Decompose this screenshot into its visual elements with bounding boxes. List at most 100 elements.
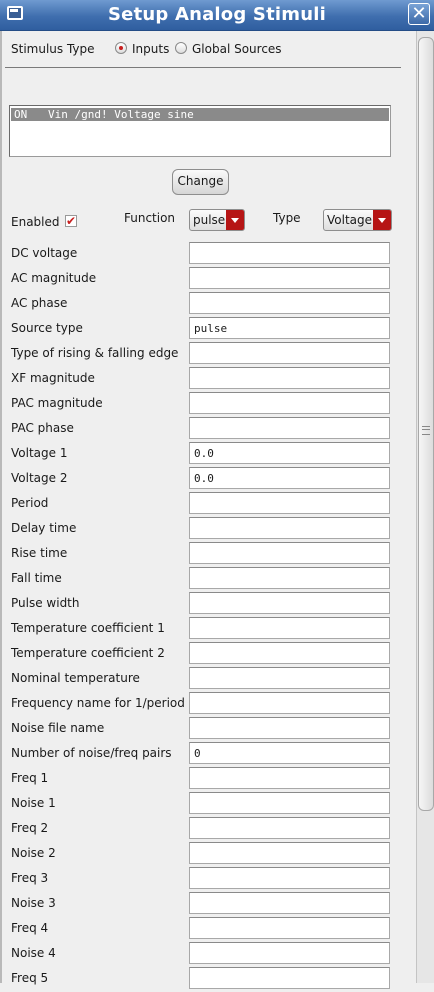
field-input[interactable]: [189, 967, 390, 989]
field-row: Noise 4: [0, 942, 416, 967]
field-row: Freq 4: [0, 917, 416, 942]
field-label: Noise 2: [11, 846, 56, 860]
field-input[interactable]: [189, 242, 390, 264]
close-icon: ✕: [411, 3, 427, 24]
field-row: Fall time: [0, 567, 416, 592]
field-input[interactable]: [189, 517, 390, 539]
field-label: PAC magnitude: [11, 396, 103, 410]
field-label: Noise 3: [11, 896, 56, 910]
field-row: Nominal temperature: [0, 667, 416, 692]
field-label: Pulse width: [11, 596, 80, 610]
radio-global-sources-label: Global Sources: [192, 42, 282, 56]
field-row: Noise file name: [0, 717, 416, 742]
field-input[interactable]: [189, 417, 390, 439]
close-button[interactable]: ✕: [408, 3, 430, 25]
field-label: Freq 1: [11, 771, 49, 785]
scrollbar-thumb[interactable]: [418, 37, 434, 811]
field-label: Number of noise/freq pairs: [11, 746, 172, 760]
window-title: Setup Analog Stimuli: [108, 4, 326, 25]
function-value: pulse: [193, 213, 226, 227]
field-label: XF magnitude: [11, 371, 95, 385]
type-value: Voltage: [327, 213, 373, 227]
field-label: AC magnitude: [11, 271, 97, 285]
field-row: Period: [0, 492, 416, 517]
list-item-state: ON: [14, 108, 28, 121]
field-row: Freq 3: [0, 867, 416, 892]
field-input[interactable]: [189, 567, 390, 589]
field-input[interactable]: [189, 292, 390, 314]
field-input[interactable]: [189, 767, 390, 789]
field-input[interactable]: [189, 917, 390, 939]
field-row: Voltage 2: [0, 467, 416, 492]
field-input[interactable]: [189, 717, 390, 739]
field-input[interactable]: [189, 817, 390, 839]
field-label: Source type: [11, 321, 83, 335]
field-label: PAC phase: [11, 421, 74, 435]
radio-global-sources-indicator[interactable]: [175, 42, 187, 54]
field-input[interactable]: [189, 492, 390, 514]
function-select[interactable]: pulse: [189, 209, 245, 231]
field-label: Freq 4: [11, 921, 49, 935]
stimulus-type-label: Stimulus Type: [11, 42, 95, 56]
field-row: Freq 1: [0, 767, 416, 792]
field-label: Voltage 2: [11, 471, 68, 485]
title-bar: Setup Analog Stimuli ✕: [0, 0, 434, 31]
list-item-description: Vin /gnd! Voltage sine: [48, 108, 194, 121]
field-row: Type of rising & falling edge: [0, 342, 416, 367]
field-input[interactable]: [189, 592, 390, 614]
field-input[interactable]: [189, 267, 390, 289]
field-input[interactable]: [189, 892, 390, 914]
field-row: Temperature coefficient 2: [0, 642, 416, 667]
field-input[interactable]: [189, 742, 390, 764]
field-input[interactable]: [189, 692, 390, 714]
list-item[interactable]: ON Vin /gnd! Voltage sine: [11, 108, 389, 121]
field-row: PAC magnitude: [0, 392, 416, 417]
field-label: Noise 1: [11, 796, 56, 810]
field-input[interactable]: [189, 667, 390, 689]
enabled-checkbox[interactable]: ✔: [65, 215, 77, 227]
field-input[interactable]: [189, 642, 390, 664]
field-input[interactable]: [189, 442, 390, 464]
radio-inputs-label: Inputs: [132, 42, 170, 56]
field-input[interactable]: [189, 617, 390, 639]
field-row: Delay time: [0, 517, 416, 542]
chevron-down-icon: [226, 210, 244, 230]
field-input[interactable]: [189, 842, 390, 864]
field-label: Noise file name: [11, 721, 105, 735]
field-label: Noise 4: [11, 946, 56, 960]
field-input[interactable]: [189, 467, 390, 489]
stimulus-type-row: Stimulus Type Inputs Global Sources: [11, 41, 411, 57]
field-label: AC phase: [11, 296, 68, 310]
field-row: Freq 2: [0, 817, 416, 842]
field-row: Number of noise/freq pairs: [0, 742, 416, 767]
field-input[interactable]: [189, 342, 390, 364]
field-row: Voltage 1: [0, 442, 416, 467]
enabled-label: Enabled: [11, 215, 60, 229]
type-select[interactable]: Voltage: [323, 209, 392, 231]
controls-row: Enabled ✔ Function pulse Type Voltage: [11, 209, 411, 233]
field-row: XF magnitude: [0, 367, 416, 392]
field-input[interactable]: [189, 392, 390, 414]
field-input[interactable]: [189, 542, 390, 564]
field-label: Freq 2: [11, 821, 49, 835]
field-row: Temperature coefficient 1: [0, 617, 416, 642]
change-button[interactable]: Change: [172, 169, 229, 195]
stimuli-list[interactable]: ON Vin /gnd! Voltage sine: [9, 105, 391, 157]
field-input[interactable]: [189, 867, 390, 889]
field-input[interactable]: [189, 942, 390, 964]
function-label: Function: [124, 211, 176, 225]
radio-inputs-indicator[interactable]: [115, 42, 127, 54]
field-label: Delay time: [11, 521, 77, 535]
field-row: Noise 3: [0, 892, 416, 917]
field-label: Temperature coefficient 2: [11, 646, 165, 660]
chevron-down-icon: [373, 210, 391, 230]
field-row: DC voltage: [0, 242, 416, 267]
field-label: Frequency name for 1/period: [11, 696, 185, 710]
field-label: Fall time: [11, 571, 62, 585]
field-input[interactable]: [189, 367, 390, 389]
field-input[interactable]: [189, 317, 390, 339]
field-input[interactable]: [189, 792, 390, 814]
field-label: Temperature coefficient 1: [11, 621, 165, 635]
field-label: Type of rising & falling edge: [11, 346, 179, 360]
vertical-scrollbar[interactable]: [416, 31, 434, 983]
